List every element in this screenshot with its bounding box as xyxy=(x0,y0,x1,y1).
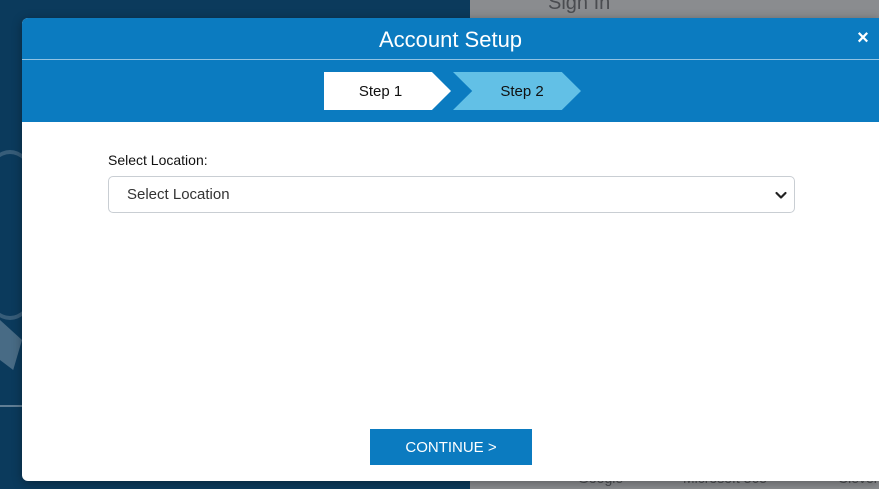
location-label: Select Location: xyxy=(108,152,208,168)
modal-title-row: Account Setup × xyxy=(22,18,879,60)
chevron-down-icon xyxy=(775,191,787,199)
account-setup-modal: Account Setup × Step 1 Step 2 Select Loc… xyxy=(22,18,879,481)
close-icon[interactable]: × xyxy=(853,26,873,50)
modal-header: Account Setup × Step 1 Step 2 xyxy=(22,18,879,122)
location-select[interactable]: Select Location xyxy=(108,176,795,213)
step-1: Step 1 xyxy=(324,72,451,110)
step-indicator: Step 1 Step 2 xyxy=(324,72,584,110)
modal-body: Select Location: Select Location CONTINU… xyxy=(22,122,879,481)
step-2: Step 2 xyxy=(453,72,581,110)
modal-title: Account Setup xyxy=(378,27,523,52)
continue-button[interactable]: CONTINUE > xyxy=(370,429,532,465)
background-logo-shape xyxy=(0,320,22,370)
background-sign-in-heading: Sign In xyxy=(548,0,611,14)
step-2-label: Step 2 xyxy=(500,82,544,100)
location-select-value: Select Location xyxy=(127,186,230,203)
step-1-label: Step 1 xyxy=(358,82,403,100)
